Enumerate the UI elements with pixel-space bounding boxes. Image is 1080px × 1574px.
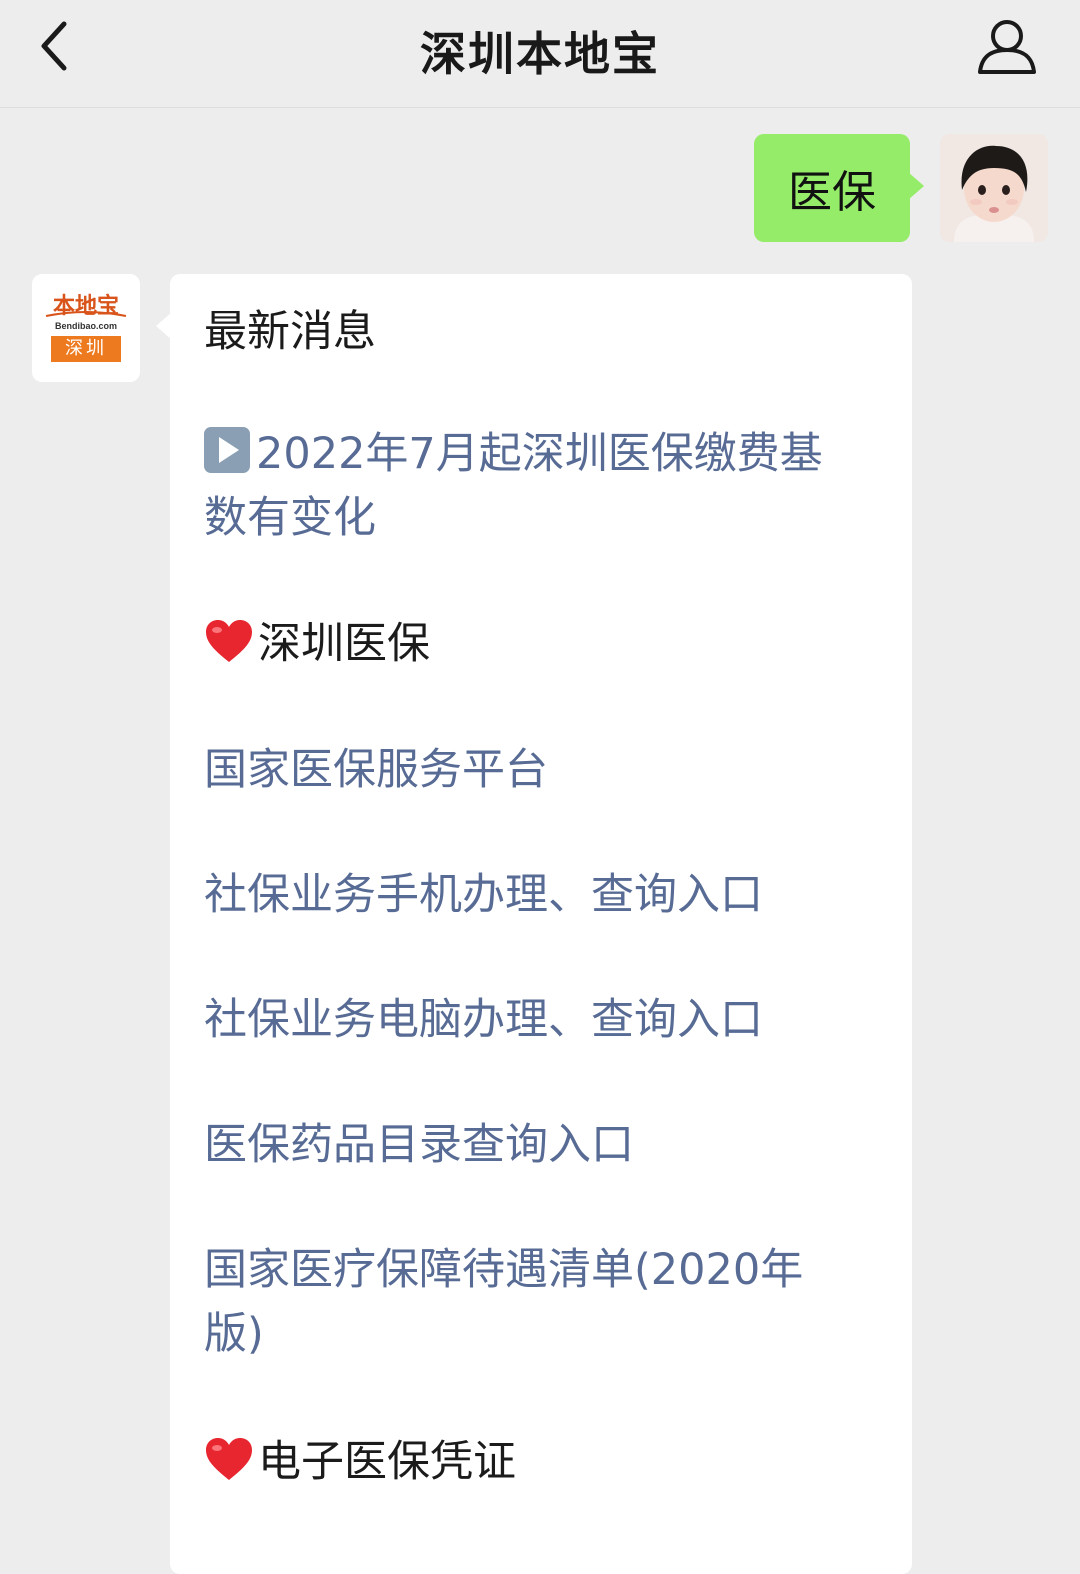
user-avatar[interactable] xyxy=(940,134,1048,242)
page-title: 深圳本地宝 xyxy=(420,27,660,81)
top-bar: 深圳本地宝 xyxy=(0,0,1080,108)
section-title-text: 深圳医保 xyxy=(258,619,430,669)
benefits-list-text-line1: 国家医疗保障待遇清单(2020年 xyxy=(204,1245,804,1295)
link-pc-service[interactable]: 社保业务电脑办理、查询入口 xyxy=(204,988,864,1052)
news-link-text-line2: 数有变化 xyxy=(204,493,376,543)
logo-city-badge: 深圳 xyxy=(51,336,121,362)
profile-button[interactable] xyxy=(974,14,1040,78)
red-heart-icon xyxy=(206,1438,252,1480)
person-icon xyxy=(978,20,1036,74)
section-title-shenzhen-medical-insurance: 深圳医保 xyxy=(204,612,864,676)
link-benefits-list[interactable]: 国家医疗保障待遇清单(2020年 版) xyxy=(204,1238,864,1366)
official-account-avatar[interactable]: 本地宝 Bendibao.com 深圳 xyxy=(32,274,140,382)
logo-domain-text: Bendibao.com xyxy=(54,321,117,331)
red-heart-icon xyxy=(206,620,252,662)
child-face-icon xyxy=(940,134,1048,242)
user-message-bubble[interactable]: 医保 xyxy=(754,134,924,242)
user-message-row: 医保 xyxy=(728,134,1048,242)
section-title-electronic-voucher: 电子医保凭证 xyxy=(204,1430,864,1494)
link-national-insurance-platform[interactable]: 国家医保服务平台 xyxy=(204,738,864,802)
play-button-icon xyxy=(204,427,250,473)
link-mobile-service[interactable]: 社保业务手机办理、查询入口 xyxy=(204,863,864,927)
benefits-list-text-line2: 版) xyxy=(204,1309,264,1359)
news-link-text-line1: 2022年7月起深圳医保缴费基 xyxy=(256,429,823,479)
news-link[interactable]: 2022年7月起深圳医保缴费基 数有变化 xyxy=(204,422,864,550)
message-heading: 最新消息 xyxy=(204,307,376,357)
link-drug-catalog[interactable]: 医保药品目录查询入口 xyxy=(204,1113,864,1177)
bot-message-bubble: 最新消息 2022年7月起深圳医保缴费基 数有变化 深圳医保 国家医保服务平台 … xyxy=(156,274,912,1574)
section-title-text: 电子医保凭证 xyxy=(258,1437,516,1487)
